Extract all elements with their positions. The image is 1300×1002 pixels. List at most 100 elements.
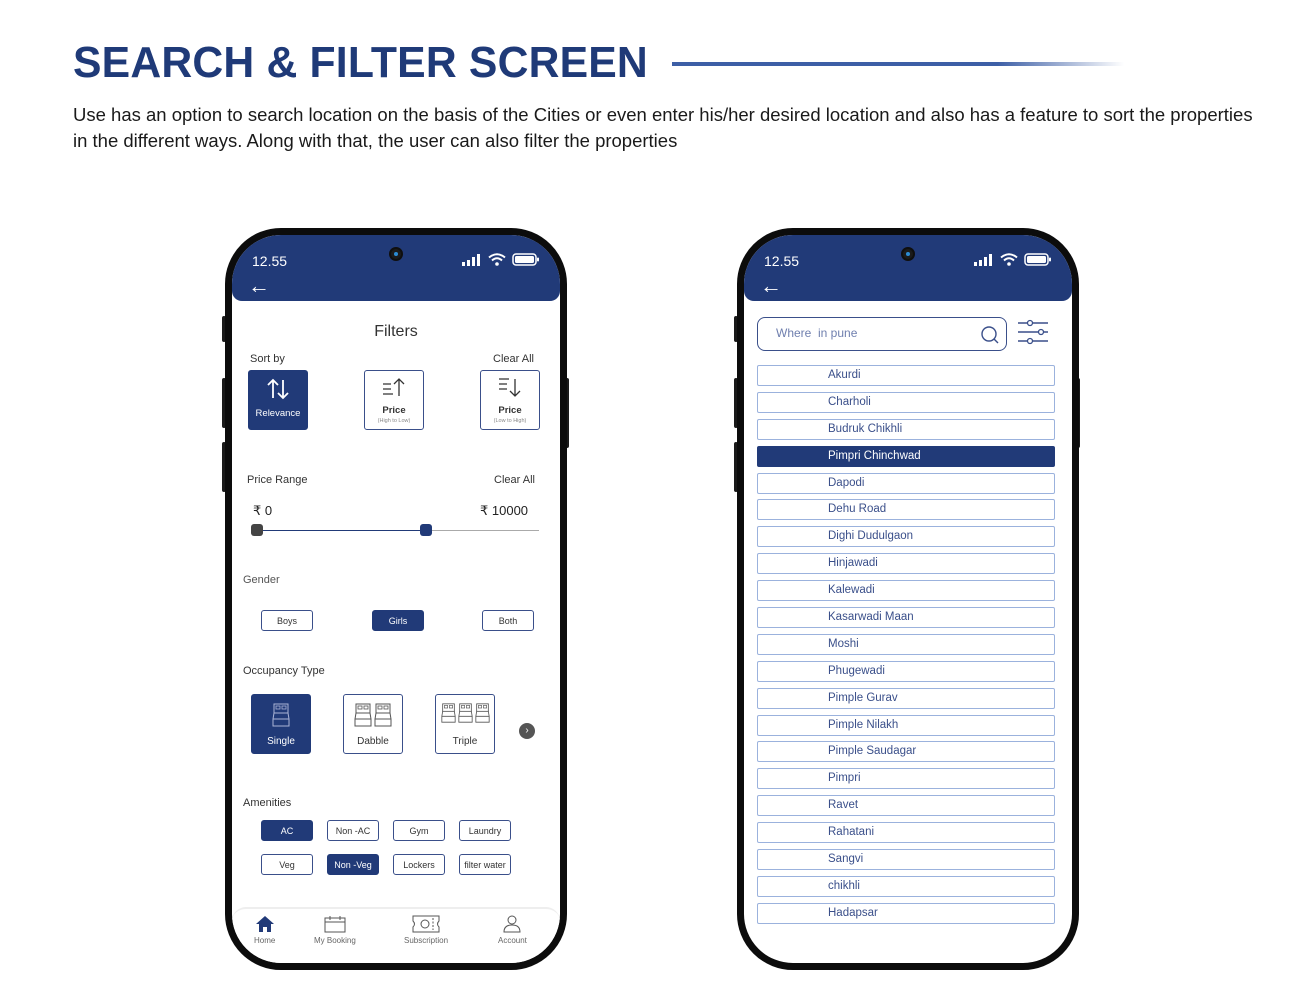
back-arrow-icon[interactable]: ← <box>760 275 782 297</box>
location-list-item[interactable]: chikhli <box>757 875 1055 897</box>
app-header: 12.55 ← <box>232 235 560 301</box>
camera-notch <box>389 247 403 261</box>
occupancy-single-option[interactable]: Single <box>251 694 311 754</box>
location-list-item[interactable]: Rahatani <box>757 822 1055 844</box>
sort-descending-icon <box>497 376 523 402</box>
amenity-chip[interactable]: Non -AC <box>327 820 379 841</box>
nav-label: Subscription <box>404 936 449 945</box>
filter-screen-phone: 12.55 ← Filters Sort by Clear All Releva… <box>225 228 567 970</box>
location-list-item[interactable]: Moshi <box>757 633 1055 655</box>
occupancy-double-option[interactable]: Dabble <box>343 694 403 754</box>
amenity-chip[interactable]: AC <box>261 820 313 841</box>
wifi-icon <box>488 253 506 266</box>
filter-sliders-icon[interactable] <box>1017 319 1049 347</box>
nav-label: Account <box>498 936 527 945</box>
location-list-item[interactable]: Dighi Dudulgaon <box>757 526 1055 548</box>
sort-option-sublabel: (High to Low) <box>377 418 411 424</box>
status-time: 12.55 <box>252 253 288 269</box>
sort-relevance-option[interactable]: Relevance <box>248 370 308 430</box>
occupancy-option-label: Dabble <box>357 736 389 747</box>
nav-home[interactable]: Home <box>254 915 275 945</box>
gender-label: Gender <box>243 574 280 586</box>
sort-option-label: Relevance <box>255 408 301 419</box>
location-list-item[interactable]: Dapodi <box>757 472 1055 494</box>
title-rule <box>672 62 1124 66</box>
back-arrow-icon[interactable]: ← <box>248 275 270 297</box>
price-min-handle[interactable] <box>251 524 263 536</box>
amenity-chip[interactable]: Non -Veg <box>327 854 379 875</box>
location-list-item[interactable]: Charholi <box>757 391 1055 413</box>
gender-boys-chip[interactable]: Boys <box>261 610 313 631</box>
status-icons <box>462 253 540 266</box>
sort-price-high-low-option[interactable]: Price (High to Low) <box>364 370 424 430</box>
status-time: 12.55 <box>764 253 800 269</box>
location-list-item[interactable]: Kasarwadi Maan <box>757 607 1055 629</box>
filters-title: Filters <box>374 323 418 340</box>
calendar-icon <box>324 916 346 933</box>
signal-icon <box>462 253 480 266</box>
gender-girls-chip[interactable]: Girls <box>372 610 424 631</box>
location-list-item[interactable]: Hadapsar <box>757 902 1055 924</box>
ticket-icon <box>412 915 440 933</box>
location-list-item[interactable]: Phugewadi <box>757 660 1055 682</box>
double-bed-icon <box>354 703 392 727</box>
amenity-chip[interactable]: filter water <box>459 854 511 875</box>
amenity-chip[interactable]: Veg <box>261 854 313 875</box>
home-icon <box>255 916 274 932</box>
nav-account[interactable]: Account <box>498 915 527 945</box>
price-max-handle[interactable] <box>420 524 433 536</box>
amenity-chip[interactable]: Laundry <box>459 820 511 841</box>
location-list-item[interactable]: Akurdi <box>757 365 1055 386</box>
app-header: 12.55 ← <box>744 235 1072 301</box>
location-list-item[interactable]: Pimple Nilakh <box>757 714 1055 736</box>
price-range-label: Price Range <box>247 474 308 486</box>
price-min-value: ₹ 0 <box>253 503 273 518</box>
location-search-input[interactable] <box>776 326 966 340</box>
location-list-item[interactable]: Ravet <box>757 795 1055 817</box>
nav-my-booking[interactable]: My Booking <box>314 915 356 945</box>
sort-clear-all-link[interactable]: Clear All <box>493 353 534 365</box>
sort-ascending-icon <box>381 376 407 402</box>
occupancy-option-label: Single <box>267 736 295 747</box>
battery-icon <box>512 253 539 266</box>
location-list: Akurdi Charholi Budruk Chikhli Pimpri Chinc… <box>757 365 1055 930</box>
price-clear-all-link[interactable]: Clear All <box>494 474 535 486</box>
location-list-item[interactable]: Pimpri Chinchwad <box>757 445 1055 467</box>
location-search-box <box>757 317 1007 351</box>
amenity-chip[interactable]: Lockers <box>393 854 445 875</box>
location-list-item[interactable]: Hinjawadi <box>757 553 1055 575</box>
nav-label: My Booking <box>314 936 356 945</box>
bottom-nav-bar: Home My Booking Subscription Account <box>232 907 560 963</box>
camera-notch <box>901 247 915 261</box>
sort-option-sublabel: (Low to High) <box>493 418 527 424</box>
gender-both-chip[interactable]: Both <box>482 610 534 631</box>
location-list-item[interactable]: Pimpri <box>757 768 1055 790</box>
amenities-label: Amenities <box>243 797 292 809</box>
signal-icon <box>974 253 992 266</box>
page-title: SEARCH & FILTER SCREEN <box>73 38 648 87</box>
location-list-item[interactable]: Budruk Chikhli <box>757 418 1055 440</box>
sort-option-label: Price <box>382 405 406 416</box>
nav-subscription[interactable]: Subscription <box>404 915 448 945</box>
chevron-right-icon[interactable]: › <box>519 723 535 739</box>
search-icon[interactable] <box>980 325 1000 345</box>
price-range-fill <box>257 530 427 531</box>
occupancy-option-label: Triple <box>452 736 478 747</box>
wifi-icon <box>1000 253 1018 266</box>
triple-bed-icon <box>440 703 490 723</box>
user-icon <box>503 915 521 933</box>
sort-option-label: Price <box>498 405 522 416</box>
location-list-item[interactable]: Pimple Gurav <box>757 687 1055 709</box>
battery-icon <box>1024 253 1051 266</box>
location-list-item[interactable]: Sangvi <box>757 849 1055 871</box>
sort-price-low-high-option[interactable]: Price (Low to High) <box>480 370 540 430</box>
location-list-item[interactable]: Pimple Saudagar <box>757 741 1055 763</box>
location-list-item[interactable]: Dehu Road <box>757 499 1055 521</box>
price-range-slider[interactable] <box>251 524 539 536</box>
occupancy-type-label: Occupancy Type <box>243 665 325 677</box>
occupancy-triple-option[interactable]: Triple <box>435 694 495 754</box>
amenity-chip[interactable]: Gym <box>393 820 445 841</box>
page-description: Use has an option to search location on … <box>73 104 1253 151</box>
status-icons <box>974 253 1052 266</box>
location-list-item[interactable]: Kalewadi <box>757 580 1055 602</box>
